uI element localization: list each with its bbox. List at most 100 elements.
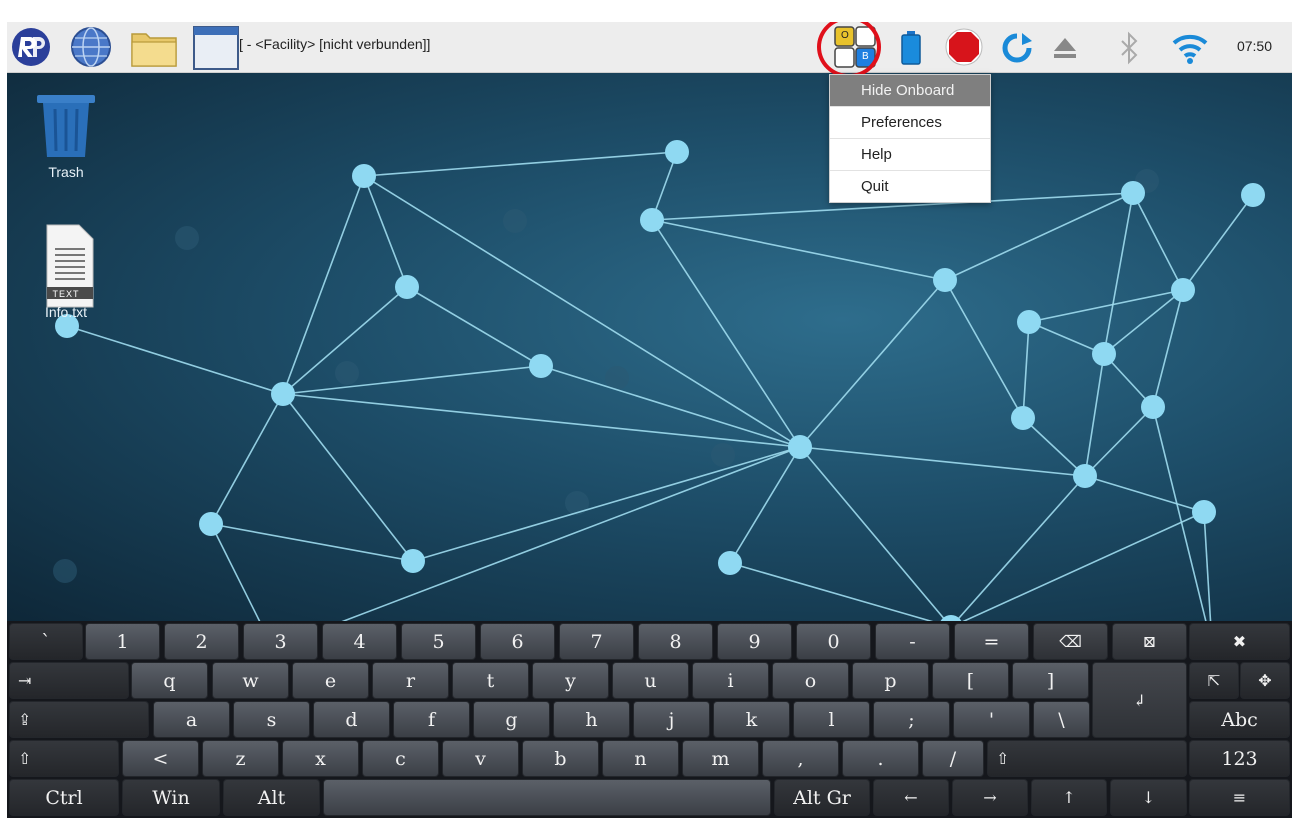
key-enter[interactable]: ↲ bbox=[1092, 662, 1187, 738]
key-space[interactable] bbox=[323, 779, 771, 816]
key-ctrl[interactable]: Ctrl bbox=[9, 779, 119, 816]
key-s[interactable]: s bbox=[233, 701, 310, 738]
sync-icon[interactable] bbox=[1001, 32, 1033, 64]
key-l[interactable]: l bbox=[793, 701, 870, 738]
key-bracket-right[interactable]: ] bbox=[1012, 662, 1089, 699]
key-menu[interactable]: ≡ bbox=[1189, 779, 1290, 816]
key-backspace[interactable]: ⌫ bbox=[1033, 623, 1108, 660]
network-edge bbox=[944, 192, 1134, 281]
key-d[interactable]: d bbox=[313, 701, 390, 738]
wifi-icon[interactable] bbox=[1171, 30, 1209, 66]
key-shift-right[interactable]: ⇧ bbox=[987, 740, 1187, 777]
network-node bbox=[401, 549, 425, 573]
network-edge bbox=[282, 393, 414, 562]
key-o[interactable]: o bbox=[772, 662, 849, 699]
key-f[interactable]: f bbox=[393, 701, 470, 738]
key-q[interactable]: q bbox=[131, 662, 208, 699]
key-z[interactable]: z bbox=[202, 740, 279, 777]
desktop-icon-trash[interactable]: Trash bbox=[21, 89, 111, 180]
active-window-title[interactable]: [ - <Facility> [nicht verbunden]] bbox=[239, 36, 430, 52]
key-8[interactable]: 8 bbox=[638, 623, 713, 660]
network-edge bbox=[651, 219, 946, 281]
key-7[interactable]: 7 bbox=[559, 623, 634, 660]
key-5[interactable]: 5 bbox=[401, 623, 476, 660]
menu-item-help[interactable]: Help bbox=[830, 139, 990, 171]
background-node bbox=[53, 559, 77, 583]
key-h[interactable]: h bbox=[553, 701, 630, 738]
key-0[interactable]: 0 bbox=[796, 623, 871, 660]
clock[interactable]: 07:50 bbox=[1237, 38, 1272, 54]
network-edge bbox=[406, 286, 542, 367]
key-alt-gr[interactable]: Alt Gr bbox=[774, 779, 870, 816]
file-manager-icon[interactable] bbox=[129, 28, 179, 68]
menu-item-hide-onboard[interactable]: Hide Onboard bbox=[830, 75, 990, 107]
key-arrow-right[interactable]: → bbox=[952, 779, 1028, 816]
key-a[interactable]: a bbox=[153, 701, 230, 738]
key-y[interactable]: y bbox=[532, 662, 609, 699]
key-e[interactable]: e bbox=[292, 662, 369, 699]
key-c[interactable]: c bbox=[362, 740, 439, 777]
network-edge bbox=[1028, 289, 1184, 323]
key-move-icon[interactable]: ✥ bbox=[1240, 662, 1290, 699]
key-backtick[interactable]: ` bbox=[9, 623, 83, 660]
key-j[interactable]: j bbox=[633, 701, 710, 738]
key-arrow-up[interactable]: ↑ bbox=[1031, 779, 1107, 816]
key-close-keyboard[interactable]: ✖ bbox=[1189, 623, 1290, 660]
network-edge bbox=[729, 562, 934, 621]
key-period[interactable]: . bbox=[842, 740, 919, 777]
eject-icon[interactable] bbox=[1051, 34, 1079, 62]
desktop-icon-info-txt[interactable]: TEXT Info.txt bbox=[21, 223, 111, 320]
key-comma[interactable]: , bbox=[762, 740, 839, 777]
key-semicolon[interactable]: ; bbox=[873, 701, 950, 738]
key-alt[interactable]: Alt bbox=[223, 779, 320, 816]
key-123-layout[interactable]: 123 bbox=[1189, 740, 1290, 777]
key-minus[interactable]: - bbox=[875, 623, 950, 660]
key-arrow-down[interactable]: ↓ bbox=[1110, 779, 1187, 816]
key-bracket-left[interactable]: [ bbox=[932, 662, 1009, 699]
key-slash[interactable]: / bbox=[922, 740, 984, 777]
stop-icon[interactable] bbox=[945, 28, 983, 66]
key-tab[interactable]: ⇥ bbox=[9, 662, 129, 699]
raspberry-menu-icon[interactable] bbox=[11, 27, 51, 67]
key-n[interactable]: n bbox=[602, 740, 679, 777]
key-apostrophe[interactable]: ' bbox=[953, 701, 1030, 738]
key-caps-lock[interactable]: ⇪ bbox=[9, 701, 149, 738]
battery-icon[interactable] bbox=[899, 30, 923, 66]
key-3[interactable]: 3 bbox=[243, 623, 318, 660]
web-browser-icon[interactable] bbox=[69, 27, 113, 67]
key-2[interactable]: 2 bbox=[164, 623, 239, 660]
key-k[interactable]: k bbox=[713, 701, 790, 738]
key-i[interactable]: i bbox=[692, 662, 769, 699]
window-icon[interactable] bbox=[193, 26, 239, 70]
key-b[interactable]: b bbox=[522, 740, 599, 777]
network-edge bbox=[1084, 406, 1154, 477]
menu-item-preferences[interactable]: Preferences bbox=[830, 107, 990, 139]
key-less-than[interactable]: < bbox=[122, 740, 199, 777]
key-equals[interactable]: = bbox=[954, 623, 1029, 660]
network-node bbox=[1011, 406, 1035, 430]
desktop: Trash TEXT Info.txt bbox=[7, 73, 1292, 621]
key-t[interactable]: t bbox=[452, 662, 529, 699]
key-shift-left[interactable]: ⇧ bbox=[9, 740, 119, 777]
key-m[interactable]: m bbox=[682, 740, 759, 777]
key-p[interactable]: p bbox=[852, 662, 929, 699]
key-u[interactable]: u bbox=[612, 662, 689, 699]
key-9[interactable]: 9 bbox=[717, 623, 792, 660]
key-abc-layout[interactable]: Abc bbox=[1189, 701, 1290, 738]
key-r[interactable]: r bbox=[372, 662, 449, 699]
key-v[interactable]: v bbox=[442, 740, 519, 777]
key-4[interactable]: 4 bbox=[322, 623, 397, 660]
key-x[interactable]: x bbox=[282, 740, 359, 777]
key-delete[interactable]: ⊠ bbox=[1112, 623, 1187, 660]
network-edge bbox=[363, 175, 801, 448]
key-w[interactable]: w bbox=[212, 662, 289, 699]
bluetooth-icon[interactable] bbox=[1117, 30, 1141, 66]
key-win[interactable]: Win bbox=[122, 779, 220, 816]
menu-item-quit[interactable]: Quit bbox=[830, 171, 990, 202]
key-1[interactable]: 1 bbox=[85, 623, 160, 660]
key-arrow-left[interactable]: ← bbox=[873, 779, 949, 816]
key-6[interactable]: 6 bbox=[480, 623, 555, 660]
key-pointer-icon[interactable]: ⇱ bbox=[1189, 662, 1239, 699]
key-backslash[interactable]: \ bbox=[1033, 701, 1090, 738]
key-g[interactable]: g bbox=[473, 701, 550, 738]
